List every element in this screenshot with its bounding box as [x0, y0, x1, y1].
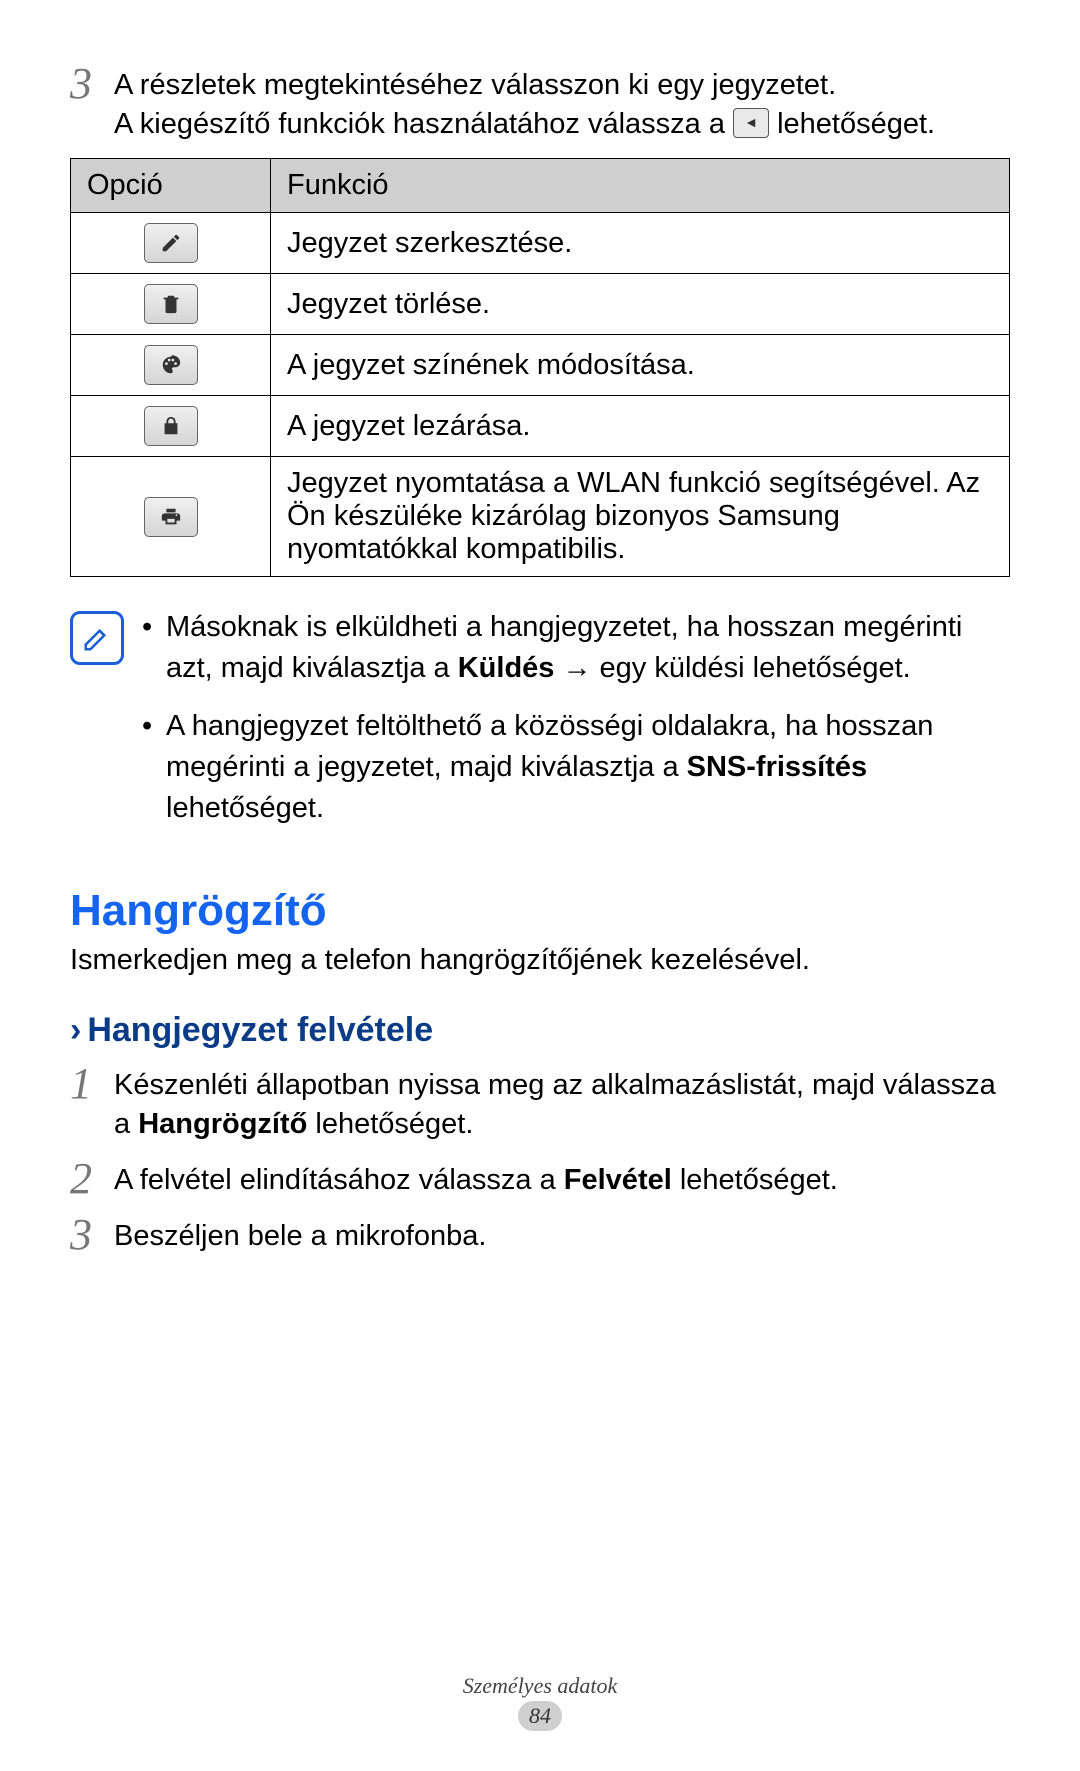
step-body: Beszéljen bele a mikrofonba. [114, 1211, 1010, 1256]
edit-icon [144, 223, 198, 263]
step-body: A részletek megtekintéséhez válasszon ki… [114, 60, 1010, 144]
page-number: 84 [518, 1701, 562, 1731]
step-number: 1 [70, 1060, 114, 1106]
note-block: Másoknak is elküldheti a hangjegyzetet, … [70, 607, 1010, 846]
note2-bold: SNS-frissítés [687, 751, 868, 783]
icon-cell [71, 457, 271, 577]
note1-bold: Küldés [458, 652, 555, 684]
note-item-2: A hangjegyzet feltölthető a közösségi ol… [142, 706, 1010, 828]
lock-icon [144, 406, 198, 446]
palette-icon [144, 345, 198, 385]
icon-cell [71, 213, 271, 274]
options-table: Opció Funkció Jegyzet szerkesztése. [70, 158, 1010, 577]
step-number: 3 [70, 60, 114, 106]
left-arrow-icon [733, 108, 769, 138]
note2-b: lehetőséget. [166, 792, 324, 824]
th-function: Funkció [271, 159, 1010, 213]
section-desc: Ismerkedjen meg a telefon hangrögzítőjén… [70, 944, 1010, 977]
table-row: Jegyzet törlése. [71, 274, 1010, 335]
table-row: Jegyzet szerkesztése. [71, 213, 1010, 274]
print-icon [144, 497, 198, 537]
section-title: Hangrögzítő [70, 886, 1010, 936]
note-icon [70, 611, 124, 665]
page-footer: Személyes adatok 84 [0, 1673, 1080, 1731]
step3-line1: A részletek megtekintéséhez válasszon ki… [114, 69, 836, 101]
step-1: 1 Készenléti állapotban nyissa meg az al… [70, 1060, 1010, 1144]
footer-title: Személyes adatok [0, 1673, 1080, 1699]
table-row: A jegyzet lezárása. [71, 396, 1010, 457]
func-cell: Jegyzet nyomtatása a WLAN funkció segíts… [271, 457, 1010, 577]
table-row: Jegyzet nyomtatása a WLAN funkció segíts… [71, 457, 1010, 577]
func-cell: Jegyzet törlése. [271, 274, 1010, 335]
icon-cell [71, 274, 271, 335]
th-option: Opció [71, 159, 271, 213]
func-cell: Jegyzet szerkesztése. [271, 213, 1010, 274]
sub-title-text: Hangjegyzet felvétele [87, 1011, 433, 1049]
page: 3 A részletek megtekintéséhez válasszon … [0, 0, 1080, 1771]
sub-title: ›Hangjegyzet felvétele [70, 1011, 1010, 1050]
s2-bold: Felvétel [564, 1164, 672, 1196]
step-number: 3 [70, 1211, 114, 1257]
func-cell: A jegyzet színének módosítása. [271, 335, 1010, 396]
s2-b: lehetőséget. [672, 1164, 838, 1196]
step-3b: 3 Beszéljen bele a mikrofonba. [70, 1211, 1010, 1257]
step-body: Készenléti állapotban nyissa meg az alka… [114, 1060, 1010, 1144]
step-number: 2 [70, 1155, 114, 1201]
trash-icon [144, 284, 198, 324]
step-3: 3 A részletek megtekintéséhez válasszon … [70, 60, 1010, 144]
step3-line2b: lehetőséget. [777, 108, 935, 140]
s1-b: lehetőséget. [307, 1108, 473, 1140]
func-cell: A jegyzet lezárása. [271, 396, 1010, 457]
note-item-1: Másoknak is elküldheti a hangjegyzetet, … [142, 607, 1010, 688]
note1-b: → egy küldési lehetőséget. [554, 652, 910, 684]
s2-a: A felvétel elindításához válassza a [114, 1164, 564, 1196]
s3-a: Beszéljen bele a mikrofonba. [114, 1220, 486, 1252]
icon-cell [71, 335, 271, 396]
step-2: 2 A felvétel elindításához válassza a Fe… [70, 1155, 1010, 1201]
caret-icon: › [70, 1011, 81, 1049]
step-body: A felvétel elindításához válassza a Felv… [114, 1155, 1010, 1200]
s1-bold: Hangrögzítő [138, 1108, 307, 1140]
table-row: A jegyzet színének módosítása. [71, 335, 1010, 396]
note-list: Másoknak is elküldheti a hangjegyzetet, … [142, 607, 1010, 846]
icon-cell [71, 396, 271, 457]
step3-line2a: A kiegészítő funkciók használatához vála… [114, 108, 733, 140]
